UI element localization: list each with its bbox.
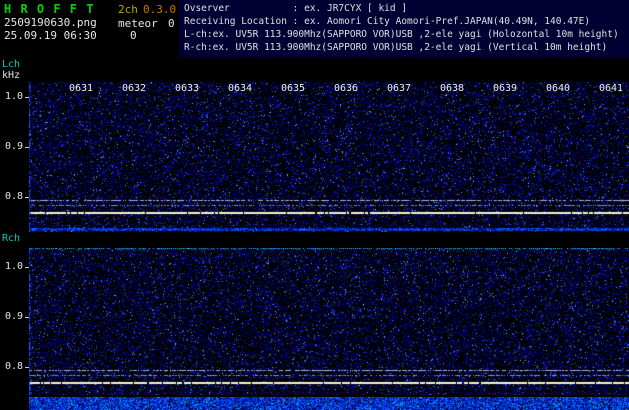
lch-spectrogram <box>29 82 629 232</box>
rch-receiver-info-line: R-ch:ex. UV5R 113.900Mhz(SAPPORO VOR)USB… <box>184 42 608 53</box>
app-title: H R O F F T <box>4 2 95 16</box>
lch-freq-label-1-0: 1.0 <box>5 91 24 102</box>
freq-tick-mark <box>25 97 29 98</box>
rch-freq-label-1-0: 1.0 <box>5 261 24 272</box>
time-label-0635: 0635 <box>281 83 306 94</box>
rch-channel-label: Rch <box>2 233 21 244</box>
observation-info-panel: Ovserver : ex. JR7CYX [ kid ] Receiving … <box>179 0 629 57</box>
time-label-0634: 0634 <box>228 83 253 94</box>
lch-channel-label: Lch <box>2 59 21 70</box>
freq-tick-mark <box>25 317 29 318</box>
time-label-0638: 0638 <box>440 83 465 94</box>
time-label-0631: 0631 <box>69 83 94 94</box>
rch-freq-label-0-8: 0.8 <box>5 361 24 372</box>
time-label-0640: 0640 <box>546 83 571 94</box>
observation-datetime: 25.09.19 06:30 <box>4 29 97 42</box>
hrofft-window: H R O F F T 2ch 0.3.0 2509190630.png met… <box>0 0 629 410</box>
freq-tick-mark <box>25 147 29 148</box>
meteor-mode-label: meteor <box>118 17 158 30</box>
app-channel-mode: 2ch <box>118 3 138 16</box>
meteor-count-top: 0 <box>168 17 175 30</box>
output-filename: 2509190630.png <box>4 16 97 29</box>
time-label-0633: 0633 <box>175 83 200 94</box>
freq-tick-mark <box>25 197 29 198</box>
khz-unit-label: kHz <box>2 70 21 81</box>
time-label-0637: 0637 <box>387 83 412 94</box>
rch-signal-level-strip <box>29 397 629 410</box>
time-label-0636: 0636 <box>334 83 359 94</box>
meteor-count-bottom: 0 <box>130 29 137 42</box>
lch-freq-label-0-8: 0.8 <box>5 191 24 202</box>
time-label-0641: 0641 <box>599 83 624 94</box>
freq-tick-mark <box>25 367 29 368</box>
rch-spectrogram <box>29 248 629 395</box>
freq-tick-mark <box>25 267 29 268</box>
lch-freq-label-0-9: 0.9 <box>5 141 24 152</box>
lch-receiver-info-line: L-ch:ex. UV5R 113.900Mhz(SAPPORO VOR)USB… <box>184 29 619 40</box>
observer-info-line: Ovserver : ex. JR7CYX [ kid ] <box>184 3 408 14</box>
time-label-0639: 0639 <box>493 83 518 94</box>
app-version: 0.3.0 <box>143 3 177 16</box>
location-info-line: Receiving Location : ex. Aomori City Aom… <box>184 16 591 27</box>
time-label-0632: 0632 <box>122 83 147 94</box>
rch-freq-label-0-9: 0.9 <box>5 311 24 322</box>
